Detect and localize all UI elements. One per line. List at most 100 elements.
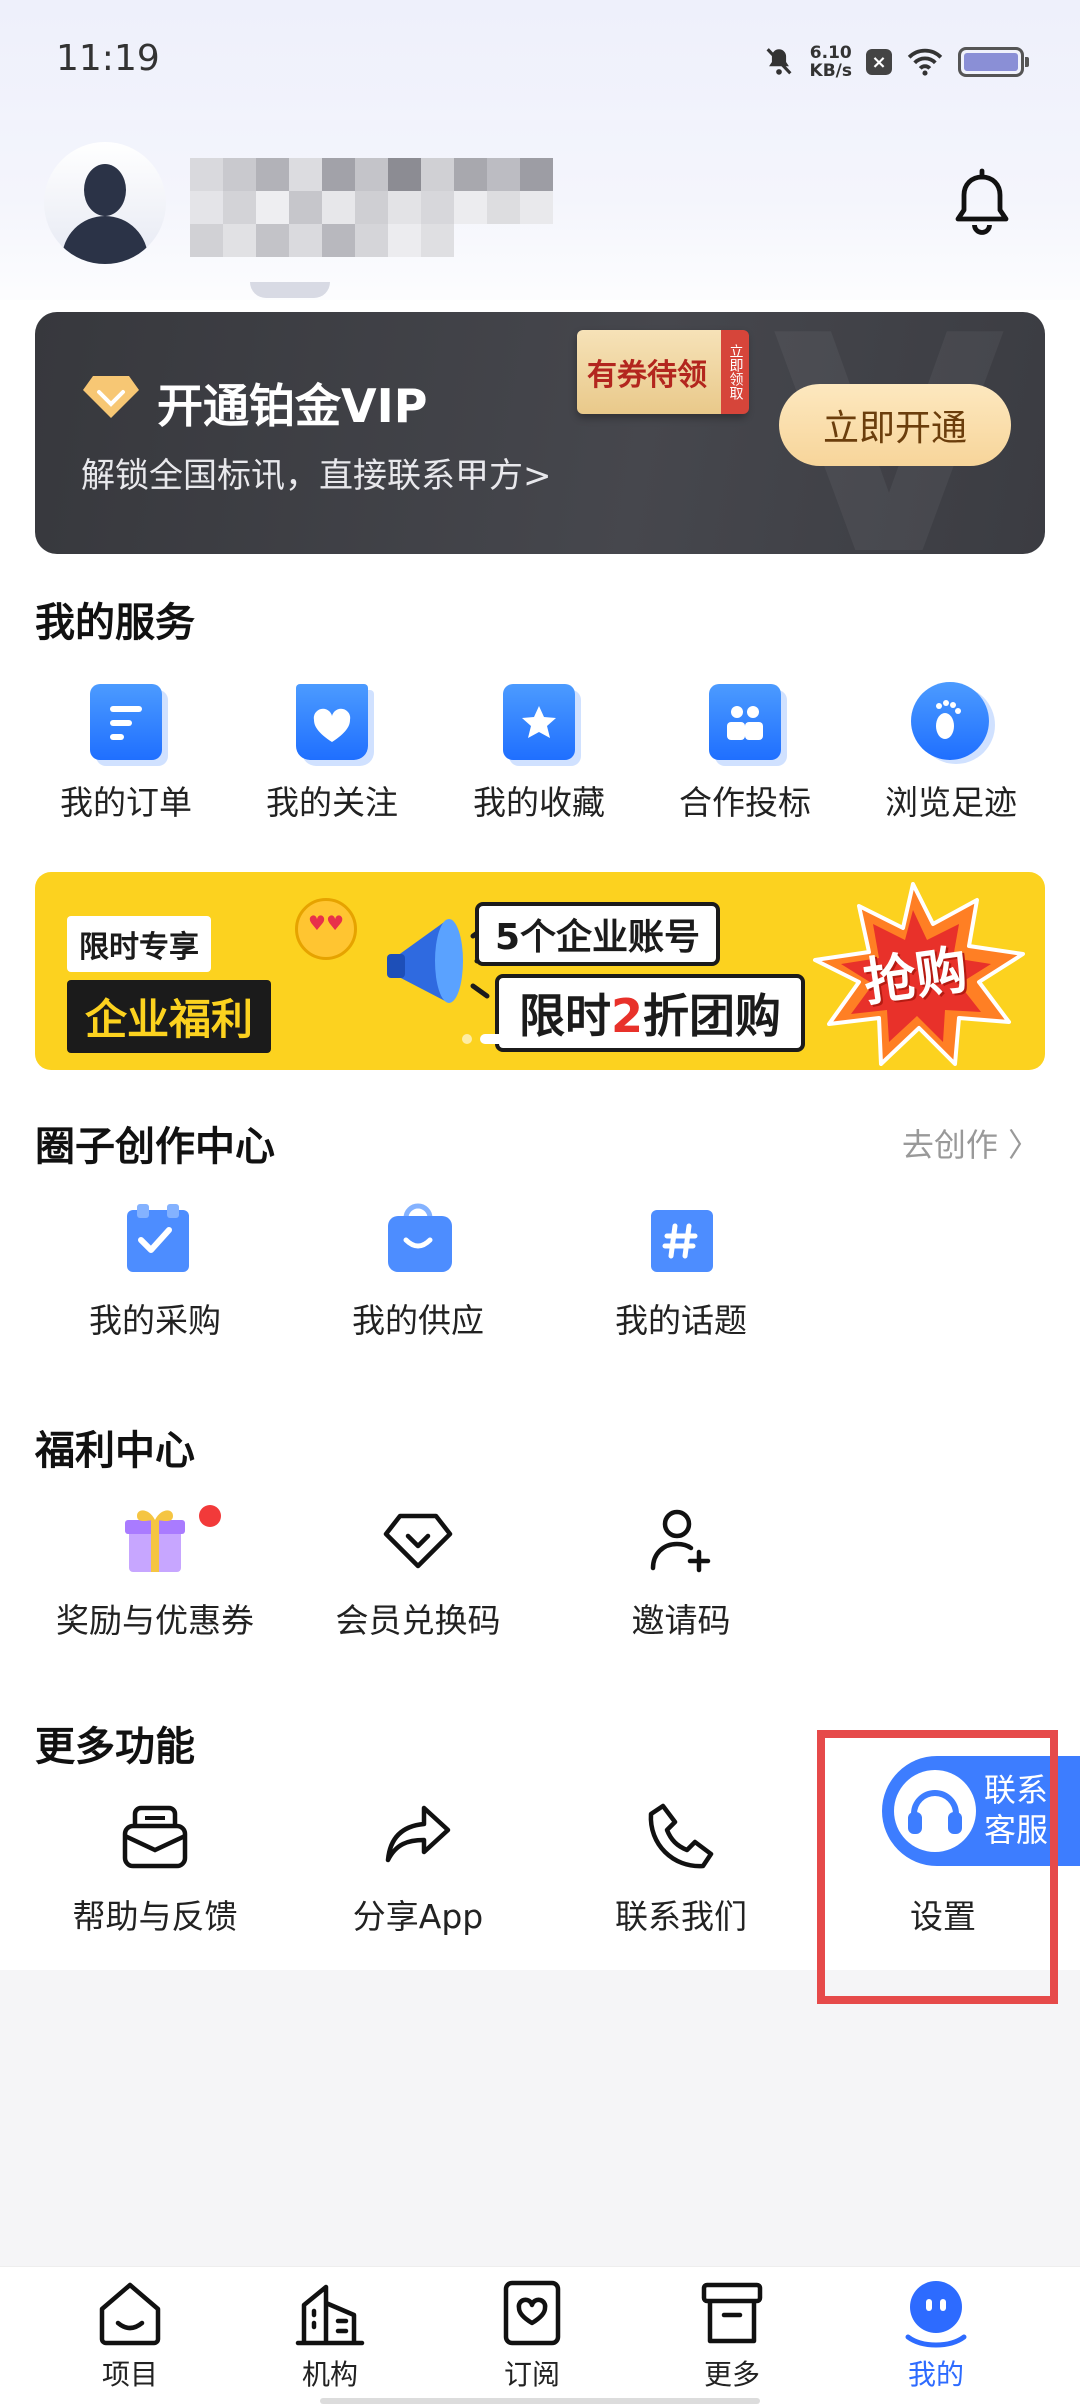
more-contact-us[interactable]: 联系我们 <box>576 1796 786 1938</box>
status-icons: 6.10 KB/s × <box>762 40 1029 84</box>
home-icon <box>99 2282 161 2346</box>
profile-tab-nub <box>250 282 330 298</box>
vip-card[interactable]: V 开通铂金VIP 解锁全国标讯，直接联系甲方> 有券待领 立即领取 立即开通 <box>35 312 1045 554</box>
banner-mid-bottom: 限时2折团购 <box>495 974 806 1052</box>
nav-institutions[interactable]: 机构 <box>250 2277 410 2393</box>
banner-left-bottom: 企业福利 <box>67 980 272 1053</box>
bottom-nav: 项目 机构 订阅 更多 我的 <box>0 2266 1080 2408</box>
service-label: 我的收藏 <box>473 783 605 822</box>
mute-icon <box>766 48 791 75</box>
battery-icon <box>958 47 1029 77</box>
services-title: 我的服务 <box>35 600 195 646</box>
nav-label: 机构 <box>301 2358 358 2391</box>
welfare-member-code[interactable]: 会员兑换码 <box>313 1500 523 1642</box>
new-reward-badge <box>199 1505 221 1527</box>
net-speed-unit: KB/s <box>809 61 852 81</box>
banner-mid-bottom-b: 折团购 <box>643 989 782 1043</box>
nav-label: 更多 <box>703 2358 760 2391</box>
banner-left: 限时专享 企业福利 <box>67 916 272 1053</box>
coupon-tag[interactable]: 有券待领 立即领取 <box>577 330 749 414</box>
archive-icon <box>701 2282 763 2344</box>
welfare-invite-code[interactable]: 邀请码 <box>576 1500 786 1642</box>
circle-my-supply[interactable]: 我的供应 <box>313 1200 523 1342</box>
building-icon <box>295 2284 365 2346</box>
add-user-icon <box>650 1509 711 1573</box>
service-label: 我的关注 <box>266 783 398 822</box>
nav-projects[interactable]: 项目 <box>50 2277 210 2393</box>
heart-eyes-emoji-icon <box>295 898 357 960</box>
circle-title: 圈子创作中心 <box>35 1124 275 1170</box>
go-create-link[interactable]: 去创作 〉 <box>902 1120 1040 1166</box>
more-label: 帮助与反馈 <box>72 1897 238 1936</box>
banner-pagination <box>462 1034 504 1044</box>
shopping-bag-icon <box>388 1203 452 1272</box>
gift-icon <box>125 1510 185 1572</box>
nav-mine[interactable]: 我的 <box>856 2277 1016 2393</box>
feedback-icon <box>122 1805 188 1869</box>
clipboard-check-icon <box>127 1204 189 1272</box>
service-label: 浏览足迹 <box>885 783 1017 822</box>
banner-mid-bottom-a: 限时 <box>519 989 611 1043</box>
bell-icon[interactable] <box>946 168 1018 240</box>
more-share-app[interactable]: 分享App <box>313 1796 523 1938</box>
footprint-icon <box>911 682 991 762</box>
battery-fill <box>964 53 1018 71</box>
phone-icon <box>648 1803 714 1869</box>
more-label: 联系我们 <box>615 1897 747 1936</box>
welfare-title: 福利中心 <box>35 1428 195 1474</box>
service-my-follows[interactable]: 我的关注 <box>227 682 437 824</box>
more-label: 分享App <box>352 1897 484 1936</box>
vip-subtitle[interactable]: 解锁全国标讯，直接联系甲方> <box>81 448 552 497</box>
vip-open-button[interactable]: 立即开通 <box>779 384 1011 466</box>
home-indicator <box>320 2398 760 2404</box>
avatar[interactable] <box>44 142 166 264</box>
banner-left-top: 限时专享 <box>67 916 211 972</box>
nav-more[interactable]: 更多 <box>652 2277 812 2393</box>
banner-mid-top: 5个企业账号 <box>475 902 721 966</box>
service-browse-history[interactable]: 浏览足迹 <box>846 682 1056 824</box>
more-help-feedback[interactable]: 帮助与反馈 <box>50 1796 260 1938</box>
service-cooperative-bidding[interactable]: 合作投标 <box>640 682 850 824</box>
welfare-label: 奖励与优惠券 <box>56 1601 254 1640</box>
profile-icon <box>905 2281 967 2348</box>
order-icon <box>86 682 166 762</box>
status-time: 11:19 <box>56 38 160 79</box>
welfare-label: 会员兑换码 <box>335 1601 501 1640</box>
nav-subscriptions[interactable]: 订阅 <box>452 2277 612 2393</box>
vip-title: 开通铂金VIP <box>157 379 428 433</box>
circle-my-purchases[interactable]: 我的采购 <box>50 1200 260 1342</box>
welfare-label: 邀请码 <box>631 1601 731 1640</box>
service-label: 我的订单 <box>60 783 192 822</box>
close-notification-icon: × <box>866 49 892 75</box>
team-icon <box>705 682 785 762</box>
my-page: 11:19 6.10 KB/s × 开通铂金VIP 解锁全国标讯，直接联系甲方>… <box>0 0 1080 2408</box>
service-my-orders[interactable]: 我的订单 <box>21 682 231 824</box>
nav-label: 订阅 <box>503 2358 560 2391</box>
promo-banner[interactable]: 限时专享 企业福利 5个企业账号 限时2折团购 抢购 <box>35 872 1045 1070</box>
burst-label: 抢购 <box>860 940 972 1014</box>
net-speed-value: 6.10 <box>809 43 852 63</box>
avatar-head <box>84 164 126 216</box>
banner-mid-bottom-red: 2 <box>611 989 644 1043</box>
net-speed: 6.10 KB/s <box>810 44 852 80</box>
circle-label: 我的供应 <box>352 1301 484 1340</box>
circle-label: 我的话题 <box>615 1301 747 1340</box>
avatar-shoulders <box>62 216 148 264</box>
nav-label: 项目 <box>101 2358 158 2391</box>
heart-bag-icon <box>292 682 372 762</box>
diamond-icon <box>383 1513 453 1569</box>
welfare-rewards-coupons[interactable]: 奖励与优惠券 <box>50 1500 260 1642</box>
vip-diamond-icon <box>83 376 139 418</box>
subscribe-icon <box>503 2280 561 2346</box>
nav-label: 我的 <box>907 2358 964 2391</box>
share-icon <box>385 1805 451 1863</box>
circle-label: 我的采购 <box>89 1301 221 1340</box>
banner-mid: 5个企业账号 限时2折团购 <box>475 902 806 1052</box>
username-blurred[interactable] <box>190 158 553 257</box>
service-my-favorites[interactable]: 我的收藏 <box>434 682 644 824</box>
more-title: 更多功能 <box>35 1724 195 1770</box>
coupon-side-label: 立即领取 <box>721 330 749 414</box>
circle-my-topics[interactable]: 我的话题 <box>576 1200 786 1342</box>
star-folder-icon <box>499 682 579 762</box>
banner-dot-active <box>480 1034 504 1044</box>
